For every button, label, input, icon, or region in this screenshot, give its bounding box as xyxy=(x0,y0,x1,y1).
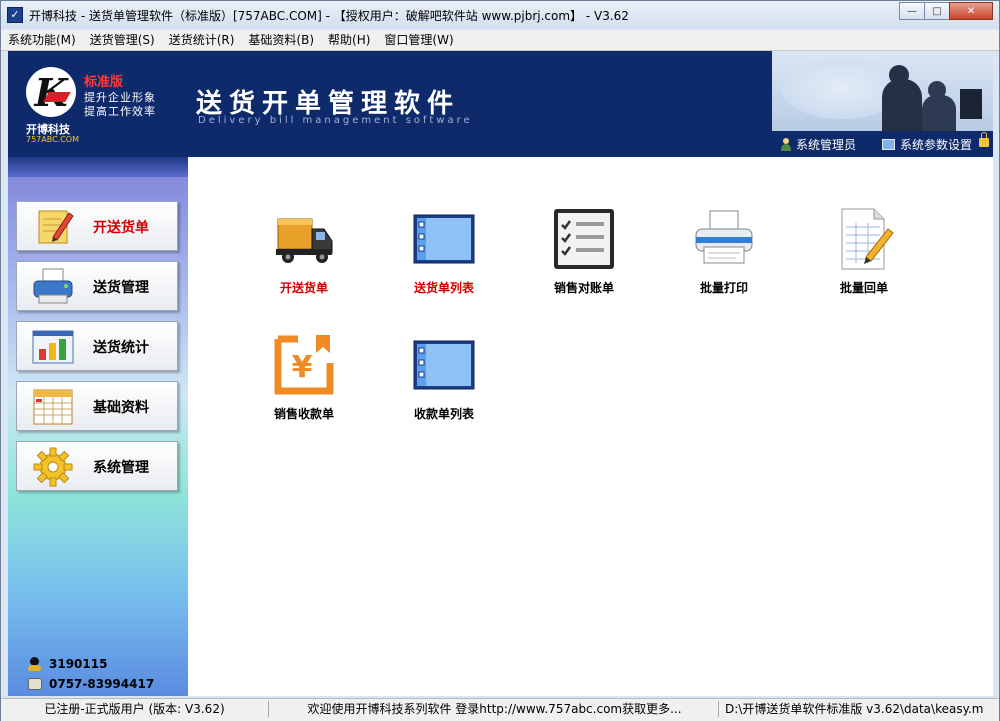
svg-text:¥: ¥ xyxy=(292,350,313,385)
tile-batch-receipt[interactable]: 批量回单 xyxy=(804,207,924,317)
user-icon xyxy=(780,138,792,151)
header-banner: K 标准版 提升企业形象 提高工作效率 开博科技 757ABC.COM 送货开单… xyxy=(8,51,993,157)
status-message: 欢迎使用开博科技系列软件 登录http://www.757abc.com获取更多… xyxy=(271,701,719,717)
menu-system[interactable]: 系统功能(M) xyxy=(1,30,83,50)
tile-payment-list[interactable]: 收款单列表 xyxy=(384,333,504,443)
sidebar-item-basic-data[interactable]: 基础资料 xyxy=(16,381,178,431)
minimize-button[interactable]: — xyxy=(899,2,925,20)
maximize-button[interactable]: □ xyxy=(924,2,950,20)
spreadsheet-icon xyxy=(33,389,73,425)
truck-icon xyxy=(276,218,333,263)
sidebar-item-label: 开送货单 xyxy=(93,220,149,236)
sidebar-header xyxy=(8,157,188,177)
tile-label: 批量回单 xyxy=(839,281,888,295)
telephone-icon xyxy=(28,678,42,690)
banner-links: 系统管理员 系统参数设置 xyxy=(772,132,993,157)
sidebar-item-delivery-management[interactable]: 送货管理 xyxy=(16,261,178,311)
tile-label: 送货单列表 xyxy=(413,281,474,295)
tile-sales-payment[interactable]: ¥ 销售收款单 xyxy=(244,333,364,443)
sidebar-item-label: 基础资料 xyxy=(93,400,149,416)
menu-delivery[interactable]: 送货管理(S) xyxy=(83,30,162,50)
sidebar-item-label: 系统管理 xyxy=(93,460,149,476)
tile-sales-statement[interactable]: 销售对账单 xyxy=(524,207,644,317)
status-bar: 已注册-正式版用户 (版本: V3.62) 欢迎使用开博科技系列软件 登录htt… xyxy=(1,698,999,721)
phone-contact: 0757-83994417 xyxy=(28,677,154,691)
status-registration: 已注册-正式版用户 (版本: V3.62) xyxy=(1,701,269,717)
printer-icon xyxy=(33,268,73,304)
window-controls: — □ ✕ xyxy=(899,2,993,22)
window-title: 开博科技 - 送货单管理软件（标准版）[757ABC.COM] - 【授权用户：… xyxy=(29,9,629,23)
banner-photo xyxy=(772,51,993,131)
sidebar: 开送货单 送货管理 送货统计 基础资料 系统管理 3190115 0757-83… xyxy=(8,157,188,696)
sidebar-item-system-management[interactable]: 系统管理 xyxy=(16,441,178,491)
document-edit-icon xyxy=(841,208,894,270)
tile-label: 销售对账单 xyxy=(553,281,614,295)
tile-label: 批量打印 xyxy=(699,281,748,295)
menu-basic-data[interactable]: 基础资料(B) xyxy=(241,30,321,50)
status-data-path: D:\开博送货单软件标准版 v3.62\data\keasy.m xyxy=(725,702,984,716)
company-logo: K xyxy=(26,67,76,117)
current-user-link[interactable]: 系统管理员 xyxy=(780,136,856,153)
sidebar-item-delivery-statistics[interactable]: 送货统计 xyxy=(16,321,178,371)
pencil-note-icon xyxy=(38,210,74,244)
main-workspace: 开送货单 送货单列表 销售对账单 批量打印 批量回单 ¥ 销售收款单 收款单列表 xyxy=(188,157,993,696)
menu-help[interactable]: 帮助(H) xyxy=(321,30,377,50)
tile-label: 开送货单 xyxy=(279,281,328,295)
current-user-label: 系统管理员 xyxy=(796,138,857,152)
yuan-receipt-icon: ¥ xyxy=(274,335,334,395)
qq-penguin-icon xyxy=(28,657,41,671)
menu-statistics[interactable]: 送货统计(R) xyxy=(162,30,242,50)
app-window: ✓ 开博科技 - 送货单管理软件（标准版）[757ABC.COM] - 【授权用… xyxy=(0,0,1000,721)
qq-number: 3190115 xyxy=(49,657,108,671)
edition-label: 标准版 xyxy=(84,75,124,90)
monitor-silhouette xyxy=(960,89,982,119)
logo-letter: K xyxy=(26,70,76,115)
tile-batch-print[interactable]: 批量打印 xyxy=(664,207,784,317)
tile-label: 销售收款单 xyxy=(273,407,334,421)
menu-window[interactable]: 窗口管理(W) xyxy=(377,30,460,50)
people-silhouette xyxy=(882,79,922,131)
close-button[interactable]: ✕ xyxy=(949,2,993,20)
lock-icon[interactable] xyxy=(979,132,989,147)
qq-contact: 3190115 xyxy=(28,657,107,671)
slogan-line-2: 提高工作效率 xyxy=(84,105,156,118)
title-bar[interactable]: ✓ 开博科技 - 送货单管理软件（标准版）[757ABC.COM] - 【授权用… xyxy=(1,1,999,29)
system-settings-link[interactable]: 系统参数设置 xyxy=(882,136,972,153)
sidebar-item-label: 送货管理 xyxy=(93,280,149,296)
sidebar-item-new-delivery[interactable]: 开送货单 xyxy=(16,201,178,251)
system-settings-label: 系统参数设置 xyxy=(900,138,973,152)
tile-new-delivery[interactable]: 开送货单 xyxy=(244,207,364,317)
company-url: 757ABC.COM xyxy=(26,135,80,144)
app-check-icon[interactable]: ✓ xyxy=(7,7,23,23)
checklist-icon xyxy=(554,209,614,269)
bar-chart-icon xyxy=(32,330,74,364)
menu-bar: 系统功能(M) 送货管理(S) 送货统计(R) 基础资料(B) 帮助(H) 窗口… xyxy=(1,30,999,51)
monitor-icon xyxy=(882,139,895,150)
printer-icon xyxy=(695,210,753,264)
gear-icon xyxy=(33,447,73,487)
tile-label: 收款单列表 xyxy=(413,407,474,421)
phone-number: 0757-83994417 xyxy=(49,677,155,691)
list-window-icon xyxy=(413,340,475,390)
tile-delivery-list[interactable]: 送货单列表 xyxy=(384,207,504,317)
list-window-icon xyxy=(413,214,475,264)
sidebar-item-label: 送货统计 xyxy=(93,340,149,356)
app-subtitle: Delivery bill management software xyxy=(198,115,473,126)
